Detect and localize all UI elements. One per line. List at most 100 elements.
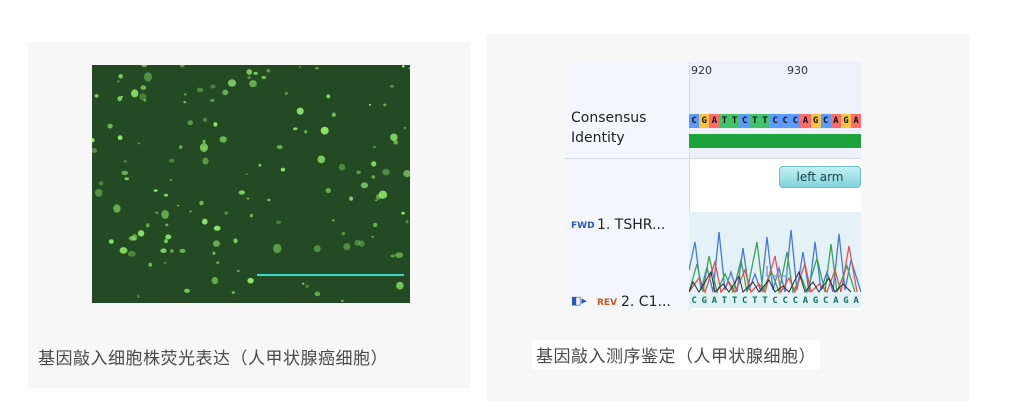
base-12: G <box>810 114 821 128</box>
cell-dot <box>356 170 361 175</box>
cell-dot <box>341 299 344 303</box>
reverse-tag: REV <box>597 298 618 308</box>
consensus-sequence: CGATTCTTCCCAGCAGA <box>689 114 861 128</box>
track-divider <box>565 158 861 159</box>
cell-dot <box>296 107 304 115</box>
cell-dot <box>108 239 114 244</box>
base-1: G <box>699 114 710 128</box>
cell-dot <box>189 210 192 213</box>
cell-dot <box>376 194 382 200</box>
cell-dot <box>153 189 158 192</box>
cell-dot <box>179 65 185 68</box>
cell-dot <box>92 138 95 143</box>
cell-dot <box>280 167 286 172</box>
base-12: G <box>812 296 819 306</box>
cell-dot <box>211 277 218 285</box>
cell-dot <box>326 94 331 99</box>
cell-dot <box>144 72 152 82</box>
cell-dot <box>137 230 145 237</box>
cell-dot <box>360 182 368 189</box>
cell-dot <box>202 139 206 144</box>
cell-dot <box>183 101 187 104</box>
fluorescent-cells <box>92 65 410 303</box>
cell-dot <box>177 205 180 207</box>
cell-dot <box>343 243 351 251</box>
cell-dot <box>164 238 168 244</box>
cell-dot <box>95 188 103 197</box>
cell-dot <box>349 196 353 201</box>
cell-dot <box>314 291 321 297</box>
cell-dot <box>313 245 321 253</box>
cell-dot <box>131 233 138 241</box>
cell-dot <box>148 262 153 267</box>
cell-dot <box>245 173 248 176</box>
cell-dot <box>131 89 139 98</box>
cell-dot <box>273 243 282 254</box>
cell-dot <box>266 69 271 73</box>
base-14: A <box>830 114 841 128</box>
cell-dot <box>402 65 405 68</box>
cell-dot <box>320 126 329 135</box>
cell-dot <box>183 93 187 96</box>
cell-dot <box>371 235 374 238</box>
left-arm-annotation[interactable]: left arm <box>779 166 861 188</box>
cell-dot <box>224 211 228 215</box>
cell-dot <box>117 135 123 141</box>
cell-dot <box>408 67 410 70</box>
cell-dot <box>369 103 371 106</box>
cell-dot <box>202 218 208 225</box>
base-8: C <box>772 296 778 306</box>
cell-dot <box>401 211 405 215</box>
read2-sequence: CGATTCTTCCCAGCAGA <box>689 294 861 308</box>
identity-label: Identity <box>571 130 625 146</box>
cell-dot <box>199 143 208 152</box>
cell-dot <box>139 93 147 101</box>
cell-dot <box>163 261 167 264</box>
reverse-read-icon: ◧▸ <box>571 294 587 307</box>
cell-dot <box>396 281 404 290</box>
cell-dot <box>372 145 377 149</box>
sequencing-caption: 基因敲入测序鉴定（人甲状腺细胞） <box>532 340 820 369</box>
cell-dot <box>196 87 204 93</box>
cell-dot <box>249 213 253 218</box>
cell-dot <box>184 288 190 293</box>
cell-dot <box>331 112 336 117</box>
cell-dot <box>267 198 271 202</box>
cell-dot <box>284 91 289 95</box>
cell-dot <box>210 84 216 89</box>
chromatogram-trace <box>689 212 861 294</box>
cell-dot <box>187 120 193 126</box>
cell-dot <box>258 163 262 167</box>
ruler-tick-930: 930 <box>787 64 808 77</box>
cell-dot <box>261 75 267 80</box>
cell-dot <box>212 251 216 255</box>
cell-dot <box>301 282 305 285</box>
cell-dot <box>170 249 174 253</box>
base-15: G <box>843 296 849 306</box>
cell-dot <box>163 193 169 197</box>
base-16: A <box>853 296 859 306</box>
cell-dot <box>403 170 410 178</box>
base-11: A <box>802 296 809 306</box>
base-11: A <box>800 114 811 128</box>
sequence-alignment-view: 920 930 Consensus Identity CGATTCTTCCCAG… <box>565 62 861 310</box>
cell-dot <box>304 130 308 134</box>
cell-dot <box>371 161 377 167</box>
cell-dot <box>371 175 376 179</box>
base-10: C <box>790 114 801 128</box>
fluorescence-caption: 基因敲入细胞株荧光表达（人甲状腺癌细胞） <box>38 349 388 369</box>
cell-dot <box>169 158 175 163</box>
cell-dot <box>375 199 378 202</box>
cell-dot <box>249 80 257 88</box>
cell-dot <box>107 123 113 129</box>
cell-dot <box>124 177 129 181</box>
cell-dot <box>127 250 136 257</box>
cell-dot <box>145 223 150 228</box>
cell-dot <box>213 122 218 127</box>
cell-dot <box>233 238 238 244</box>
cell-dot <box>137 295 140 298</box>
cell-dot <box>213 240 220 247</box>
cell-dot <box>253 71 258 75</box>
base-7: T <box>762 296 768 306</box>
base-4: T <box>731 296 738 306</box>
